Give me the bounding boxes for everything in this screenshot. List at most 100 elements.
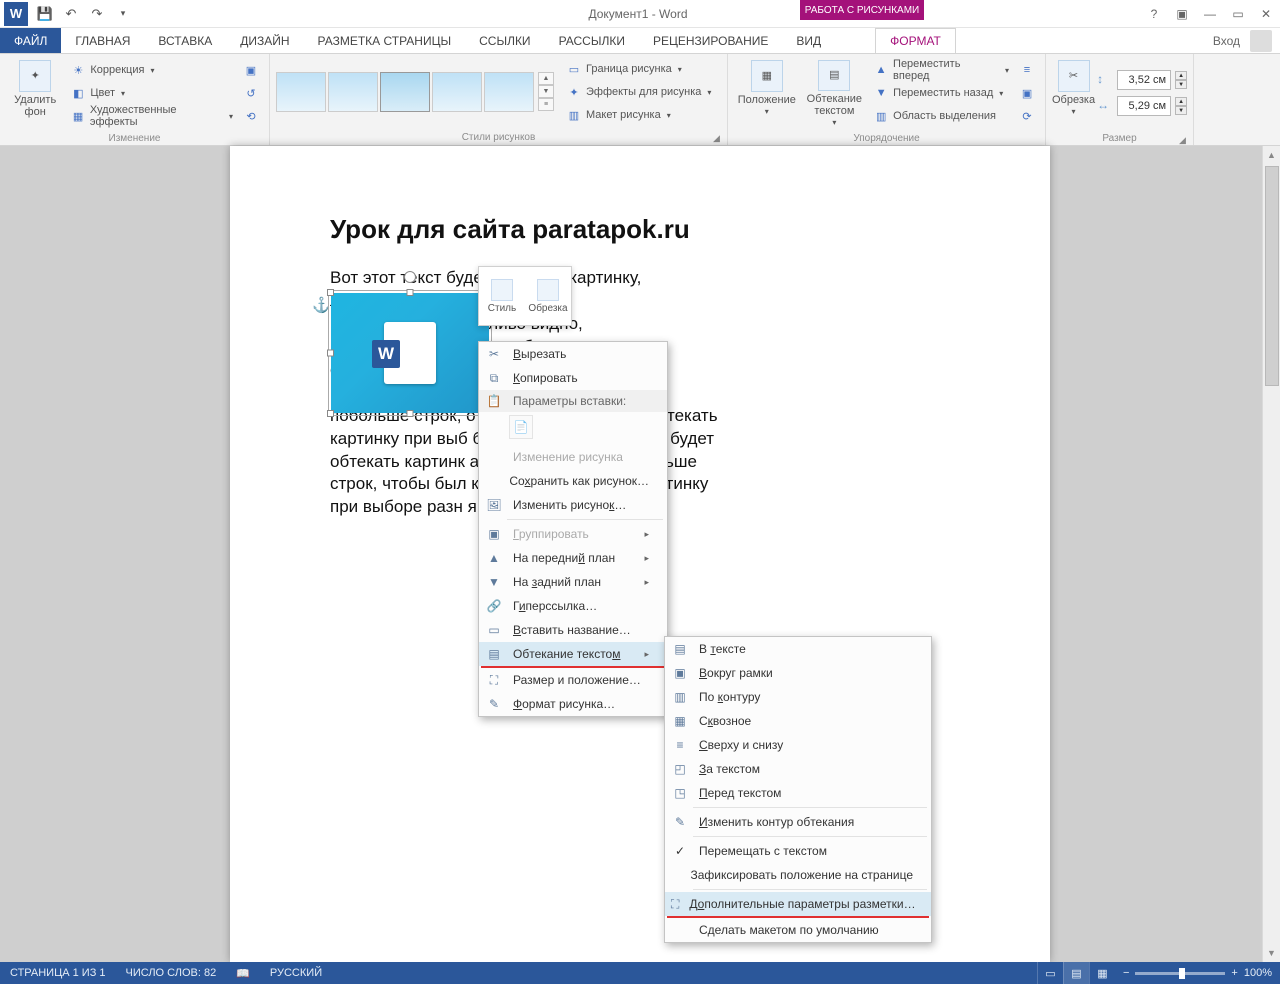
tab-file[interactable]: ФАЙЛ [0,28,61,53]
resize-handle[interactable] [407,289,414,296]
zoom-out-button[interactable]: − [1123,967,1129,979]
reset-picture-button[interactable]: ⟲ [239,105,263,127]
resize-handle[interactable] [327,289,334,296]
wrap-behind[interactable]: ◰За текстом [665,757,931,781]
height-down[interactable]: ▼ [1175,80,1187,89]
wrap-square[interactable]: ▣Вокруг рамки [665,661,931,685]
corrections-button[interactable]: ☀Коррекция▾ [66,59,237,81]
rotate-button[interactable]: ⟳ [1015,105,1039,127]
artistic-effects-button[interactable]: ▦Художественные эффекты▾ [66,105,237,127]
zoom-in-button[interactable]: + [1231,967,1237,979]
height-up[interactable]: ▲ [1175,71,1187,80]
wrap-move-with-text[interactable]: ✓Перемещать с текстом [665,839,931,863]
status-proofing-icon[interactable]: 📖 [226,962,260,984]
scroll-thumb[interactable] [1265,166,1279,386]
wrap-edit-points[interactable]: ✎Изменить контур обтекания [665,810,931,834]
crop-button[interactable]: ✂ Обрезка ▾ [1052,58,1095,128]
wrap-text-button[interactable]: ▤ Обтекание текстом ▾ [802,58,868,128]
ctx-bring-front[interactable]: ▲На передний план▸ [479,546,667,570]
picture-style-tile[interactable] [484,72,534,112]
scroll-up-button[interactable]: ▲ [1263,146,1280,164]
align-button[interactable]: ≡ [1015,59,1039,81]
tab-references[interactable]: ССЫЛКИ [465,28,544,53]
ctx-change-picture[interactable]: 🖼Изменить рисунок… [479,493,667,517]
style-gallery-more[interactable]: ≡ [538,98,554,111]
minimize-button[interactable]: — [1196,2,1224,26]
width-up[interactable]: ▲ [1175,97,1187,106]
ctx-send-back[interactable]: ▼На задний план▸ [479,570,667,594]
wrap-set-default[interactable]: Сделать макетом по умолчанию [665,918,931,942]
group-objects-button[interactable]: ▣ [1015,82,1039,104]
rotate-handle[interactable] [404,271,416,283]
style-gallery-down[interactable]: ▼ [538,85,554,98]
tab-layout[interactable]: РАЗМЕТКА СТРАНИЦЫ [304,28,466,53]
bring-forward-button[interactable]: ▲Переместить вперед▾ [869,59,1013,81]
picture-style-tile[interactable] [328,72,378,112]
position-button[interactable]: ▦ Положение ▾ [734,58,800,128]
tab-review[interactable]: РЕЦЕНЗИРОВАНИЕ [639,28,782,53]
picture-style-tile[interactable] [432,72,482,112]
ctx-hyperlink[interactable]: 🔗Гиперссылка… [479,594,667,618]
ctx-wrap-text[interactable]: ▤Обтекание текстом▸ [479,642,667,666]
width-down[interactable]: ▼ [1175,106,1187,115]
save-button[interactable]: 💾 [32,2,58,26]
resize-handle[interactable] [327,350,334,357]
avatar-icon[interactable] [1250,30,1272,52]
tab-mailings[interactable]: РАССЫЛКИ [545,28,639,53]
status-page[interactable]: СТРАНИЦА 1 ИЗ 1 [0,962,116,984]
send-backward-button[interactable]: ▼Переместить назад▾ [869,82,1013,104]
redo-button[interactable]: ↷ [84,2,110,26]
close-button[interactable]: ✕ [1252,2,1280,26]
tab-home[interactable]: ГЛАВНАЯ [61,28,144,53]
resize-handle[interactable] [327,410,334,417]
picture-style-tile[interactable] [276,72,326,112]
mini-crop-button[interactable]: Обрезка [525,267,571,325]
wrap-inline[interactable]: ▤В тексте [665,637,931,661]
height-field[interactable]: ↕ 3,52 см ▲▼ [1097,69,1187,91]
ctx-save-as-picture[interactable]: Сохранить как рисунок… [479,469,667,493]
picture-style-tile[interactable] [380,72,430,112]
picture-effects-button[interactable]: ✦Эффекты для рисунка▾ [562,81,715,103]
picture-style-gallery[interactable]: ▲ ▼ ≡ [276,72,554,112]
wrap-fix-position[interactable]: Зафиксировать положение на странице [665,863,931,887]
view-read-mode[interactable]: ▭ [1037,962,1063,984]
compress-pictures-button[interactable]: ▣ [239,59,263,81]
ribbon-display-button[interactable]: ▣ [1168,2,1196,26]
zoom-track[interactable] [1135,972,1225,975]
view-web-layout[interactable]: ▦ [1089,962,1115,984]
height-value[interactable]: 3,52 см [1117,70,1171,90]
wrap-tight[interactable]: ▥По контуру [665,685,931,709]
ctx-insert-caption[interactable]: ▭Вставить название… [479,618,667,642]
group-styles-launcher[interactable]: ◢ [713,133,723,143]
tab-insert[interactable]: ВСТАВКА [144,28,226,53]
ctx-cut[interactable]: ✂Вырезать [479,342,667,366]
wrap-through[interactable]: ▦Сквозное [665,709,931,733]
zoom-level[interactable]: 100% [1244,967,1272,979]
scroll-down-button[interactable]: ▼ [1263,944,1280,962]
change-picture-button[interactable]: ↺ [239,82,263,104]
ctx-copy[interactable]: ⧉Копировать [479,366,667,390]
picture-layout-button[interactable]: ▥Макет рисунка▾ [562,104,715,126]
tab-view[interactable]: ВИД [782,28,835,53]
sign-in-link[interactable]: Вход [1207,34,1246,48]
ctx-format-picture[interactable]: ✎Формат рисунка… [479,692,667,716]
color-button[interactable]: ◧Цвет▾ [66,82,237,104]
vertical-scrollbar[interactable]: ▲ ▼ [1262,146,1280,962]
status-language[interactable]: РУССКИЙ [260,962,332,984]
mini-style-button[interactable]: Стиль [479,267,525,325]
zoom-thumb[interactable] [1179,968,1185,979]
resize-handle[interactable] [407,410,414,417]
qat-customize-button[interactable]: ▾ [110,2,136,26]
paste-option-1[interactable]: 📄 [509,415,533,439]
wrap-more-layout[interactable]: ⛶Дополнительные параметры разметки… [665,892,931,916]
status-word-count[interactable]: ЧИСЛО СЛОВ: 82 [116,962,227,984]
selection-pane-button[interactable]: ▥Область выделения [869,105,1013,127]
maximize-button[interactable]: ▭ [1224,2,1252,26]
style-gallery-up[interactable]: ▲ [538,72,554,85]
selected-image[interactable] [330,292,490,414]
remove-bg-button[interactable]: ✦ Удалить фон [6,58,64,128]
wrap-top-bottom[interactable]: ≡Сверху и снизу [665,733,931,757]
group-size-launcher[interactable]: ◢ [1179,135,1189,145]
tab-design[interactable]: ДИЗАЙН [226,28,303,53]
ctx-size-position[interactable]: ⛶Размер и положение… [479,668,667,692]
